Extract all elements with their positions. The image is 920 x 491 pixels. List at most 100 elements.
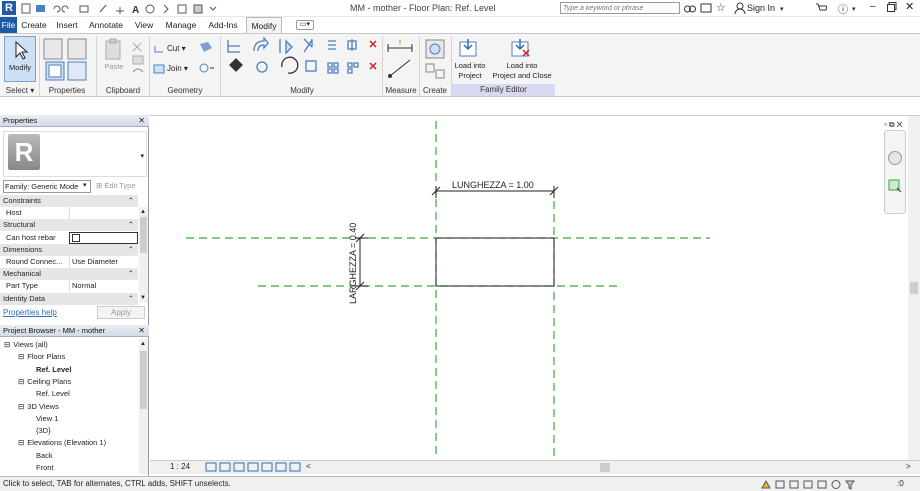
length-dimension-text[interactable]: LUNGHEZZA = 1.00: [452, 180, 534, 190]
load-into-project-button[interactable]: [458, 38, 480, 58]
canvas-vertical-scrollbar[interactable]: [908, 116, 920, 461]
extrusion-rectangle[interactable]: [435, 237, 555, 287]
property-row[interactable]: Part Type Normal: [0, 280, 138, 293]
tab-insert[interactable]: Insert: [54, 17, 80, 33]
scroll-thumb[interactable]: [140, 217, 147, 253]
tab-modify[interactable]: Modify: [246, 17, 282, 33]
chevron-down-icon[interactable]: ▾: [780, 5, 784, 13]
browser-item[interactable]: Front: [32, 462, 54, 474]
scroll-left-icon[interactable]: <: [306, 462, 311, 471]
tab-annotate[interactable]: Annotate: [88, 17, 124, 33]
modify-tools-icons[interactable]: [224, 37, 380, 83]
collapse-icon[interactable]: ⌃: [128, 268, 134, 280]
apply-button[interactable]: Apply: [97, 306, 145, 319]
properties-help-link[interactable]: Properties help: [3, 308, 57, 317]
join-icon[interactable]: [153, 64, 165, 74]
revit-logo-icon[interactable]: R: [2, 1, 16, 15]
steering-wheel-icon[interactable]: [888, 151, 902, 165]
collapse-icon[interactable]: ⌃: [128, 244, 134, 256]
quick-access-icons[interactable]: A: [20, 3, 220, 14]
browser-item[interactable]: ⊟ 3D Views: [18, 401, 59, 413]
cart-icon[interactable]: [815, 2, 827, 14]
project-browser-close-icon[interactable]: ✕: [138, 326, 145, 335]
property-value[interactable]: Normal: [69, 280, 138, 293]
scroll-thumb[interactable]: [140, 351, 147, 409]
tab-options-icon[interactable]: ▭▾: [296, 20, 314, 30]
paste-button[interactable]: [102, 38, 126, 62]
sign-in-link[interactable]: Sign In: [747, 3, 775, 13]
drawing-canvas[interactable]: LUNGHEZZA = 1.00 LARGHEZZA = 0.40 ▫⧉✕: [150, 115, 920, 461]
join-button[interactable]: Join ▾: [167, 64, 188, 73]
property-category[interactable]: Structural ⌃: [0, 219, 138, 232]
view-window-controls[interactable]: ▫⧉✕: [884, 120, 905, 130]
scroll-thumb[interactable]: [910, 282, 918, 294]
browser-item[interactable]: View 1: [32, 413, 58, 425]
binoculars-icon[interactable]: [684, 2, 696, 14]
cut-button[interactable]: Cut ▾: [167, 44, 186, 53]
browser-item[interactable]: ⊟ Floor Plans: [18, 351, 65, 363]
browser-scrollbar[interactable]: ▲: [139, 339, 148, 474]
property-row[interactable]: Host: [0, 207, 138, 220]
restore-icon[interactable]: [887, 2, 897, 12]
property-category[interactable]: Dimensions ⌃: [0, 243, 138, 256]
geometry-tools-icons[interactable]: [196, 40, 216, 80]
communication-icon[interactable]: [700, 2, 712, 14]
collapse-icon[interactable]: ⌃: [128, 293, 134, 305]
horizontal-scroll-thumb[interactable]: [600, 463, 610, 472]
load-into-project-close-button[interactable]: [510, 38, 532, 58]
properties-close-icon[interactable]: ✕: [138, 116, 145, 125]
properties-icon[interactable]: [42, 38, 92, 82]
minimize-icon[interactable]: –: [870, 1, 876, 12]
can-host-rebar-checkbox[interactable]: [72, 233, 80, 242]
scroll-right-icon[interactable]: >: [906, 462, 911, 471]
scroll-down-icon[interactable]: ▼: [140, 295, 146, 301]
type-selector[interactable]: R ▾: [3, 131, 147, 177]
collapse-icon[interactable]: ⊟: [18, 438, 24, 447]
collapse-icon[interactable]: ⊟: [18, 352, 24, 361]
edit-type-button[interactable]: ⊞ Edit Type: [96, 181, 136, 190]
measure-icons[interactable]: [386, 40, 416, 82]
scroll-up-icon[interactable]: ▲: [140, 341, 146, 347]
property-value[interactable]: [69, 207, 138, 220]
status-icons[interactable]: [760, 479, 860, 490]
family-dropdown[interactable]: Family: Generic Mode: [3, 180, 91, 193]
collapse-icon[interactable]: ⊟: [18, 402, 24, 411]
browser-item[interactable]: ⊟ Elevations (Elevation 1): [18, 437, 106, 449]
tab-add-ins[interactable]: Add-Ins: [206, 17, 240, 33]
property-row[interactable]: Can host rebar: [0, 231, 138, 244]
browser-item[interactable]: ⊟ Ceiling Plans: [18, 376, 71, 388]
zoom-icon[interactable]: [888, 179, 902, 193]
clipboard-icons[interactable]: [130, 40, 146, 80]
property-row[interactable]: Round Connec... Use Diameter: [0, 256, 138, 268]
star-icon[interactable]: ☆: [716, 1, 726, 14]
property-value[interactable]: [69, 231, 138, 244]
tab-create[interactable]: Create: [20, 17, 48, 33]
cut-icon[interactable]: [153, 44, 165, 54]
property-value[interactable]: Use Diameter: [69, 256, 138, 268]
browser-item[interactable]: ⊟ Views (all): [4, 339, 48, 351]
tab-view[interactable]: View: [133, 17, 155, 33]
property-category[interactable]: Constraints ⌃: [0, 195, 138, 207]
floor-plan-view[interactable]: LUNGHEZZA = 1.00 LARGHEZZA = 0.40: [150, 116, 920, 461]
group-select-label[interactable]: Select ▾: [3, 86, 37, 95]
browser-item[interactable]: Back: [32, 450, 53, 462]
properties-scrollbar[interactable]: ▲ ▼: [139, 207, 148, 303]
collapse-icon[interactable]: ⌃: [128, 219, 134, 231]
tab-file[interactable]: File: [0, 17, 17, 33]
collapse-icon[interactable]: ⊟: [4, 340, 10, 349]
collapse-icon[interactable]: ⊟: [18, 377, 24, 386]
family-dropdown-chevron-icon[interactable]: ▾: [83, 181, 87, 189]
view-scale[interactable]: 1 : 24: [170, 462, 190, 471]
property-category[interactable]: Mechanical ⌃: [0, 268, 138, 281]
view-control-icons[interactable]: [205, 462, 310, 473]
create-icons[interactable]: [424, 38, 448, 82]
collapse-icon[interactable]: ⌃: [128, 195, 134, 207]
modify-button[interactable]: Modify: [4, 36, 36, 82]
browser-item[interactable]: {3D}: [32, 425, 51, 437]
browser-item[interactable]: Ref. Level: [32, 364, 71, 376]
width-dimension-text[interactable]: LARGHEZZA = 0.40: [348, 223, 358, 304]
user-icon[interactable]: [734, 2, 746, 14]
help-chevron-icon[interactable]: ▾: [852, 5, 856, 13]
close-icon[interactable]: ✕: [905, 0, 914, 13]
scroll-up-icon[interactable]: ▲: [140, 209, 146, 215]
